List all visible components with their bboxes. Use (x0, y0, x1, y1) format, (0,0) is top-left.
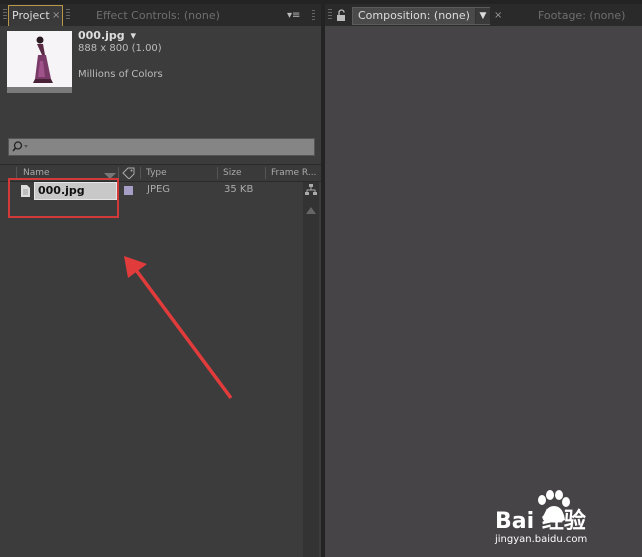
tab-project-label: Project (12, 9, 50, 22)
tab-effect-controls[interactable]: Effect Controls: (none) (96, 6, 220, 26)
project-tab-bar: Project × Effect Controls: (none) ▾≡ (0, 4, 321, 27)
thumbnail-frame (7, 31, 72, 87)
panel-menu-icon[interactable]: ▾≡ (287, 6, 300, 26)
filename-text: 000.jpg (78, 29, 125, 42)
thumbnail-image (7, 31, 72, 87)
tab-composition[interactable]: Composition: (none) ▼ (352, 7, 490, 25)
composition-panel (325, 26, 642, 557)
tab-footage-label: Footage: (none) (538, 9, 626, 22)
row-size: 35 KB (224, 184, 254, 195)
scroll-up-arrow-icon[interactable] (306, 204, 316, 217)
search-icon (12, 141, 28, 152)
filename-dropdown-icon[interactable]: ▾ (131, 29, 137, 42)
flowchart-icon[interactable] (305, 184, 317, 199)
column-divider (140, 167, 141, 179)
comp-tab-bar: Composition: (none) ▼ × Footage: (none) (325, 4, 642, 26)
project-scrollbar[interactable] (303, 182, 319, 557)
watermark-brand: Bai 经验 (495, 509, 586, 534)
column-divider (265, 167, 266, 179)
panel-grip[interactable] (3, 9, 7, 21)
preview-dimensions: 888 x 800 (1.00) (78, 43, 162, 54)
composition-dropdown[interactable]: ▼ (475, 8, 490, 24)
tab-effect-controls-label: Effect Controls: (none) (96, 9, 220, 22)
project-panel: 000.jpg ▾ 888 x 800 (1.00) Millions of C… (0, 26, 321, 557)
panel-grip[interactable] (328, 9, 332, 21)
panel-grip[interactable] (66, 9, 70, 21)
tab-composition-label: Composition: (none) (358, 9, 470, 22)
row-type: JPEG (147, 184, 171, 195)
tab-footage[interactable]: Footage: (none) (538, 6, 625, 26)
search-input[interactable] (8, 138, 315, 156)
label-tag-icon[interactable] (122, 167, 136, 182)
close-icon[interactable]: × (52, 6, 60, 26)
preview-filename: 000.jpg ▾ (78, 29, 136, 42)
watermark: Bai 经验 jingyan.baidu.com (495, 490, 635, 550)
tab-project[interactable]: Project × (8, 5, 63, 27)
panel-resize-handle[interactable] (312, 10, 315, 20)
close-icon[interactable]: × (494, 6, 502, 26)
preview-color-depth: Millions of Colors (78, 69, 163, 80)
row-label-color[interactable] (124, 186, 133, 195)
thumbnail-shadow (7, 87, 72, 93)
watermark-url: jingyan.baidu.com (495, 534, 588, 545)
lock-icon[interactable] (336, 9, 348, 22)
column-divider (217, 167, 218, 179)
column-type[interactable]: Type (146, 165, 167, 181)
column-size[interactable]: Size (223, 165, 241, 181)
highlight-box (8, 178, 119, 218)
column-frame-rate[interactable]: Frame R... (271, 165, 316, 181)
